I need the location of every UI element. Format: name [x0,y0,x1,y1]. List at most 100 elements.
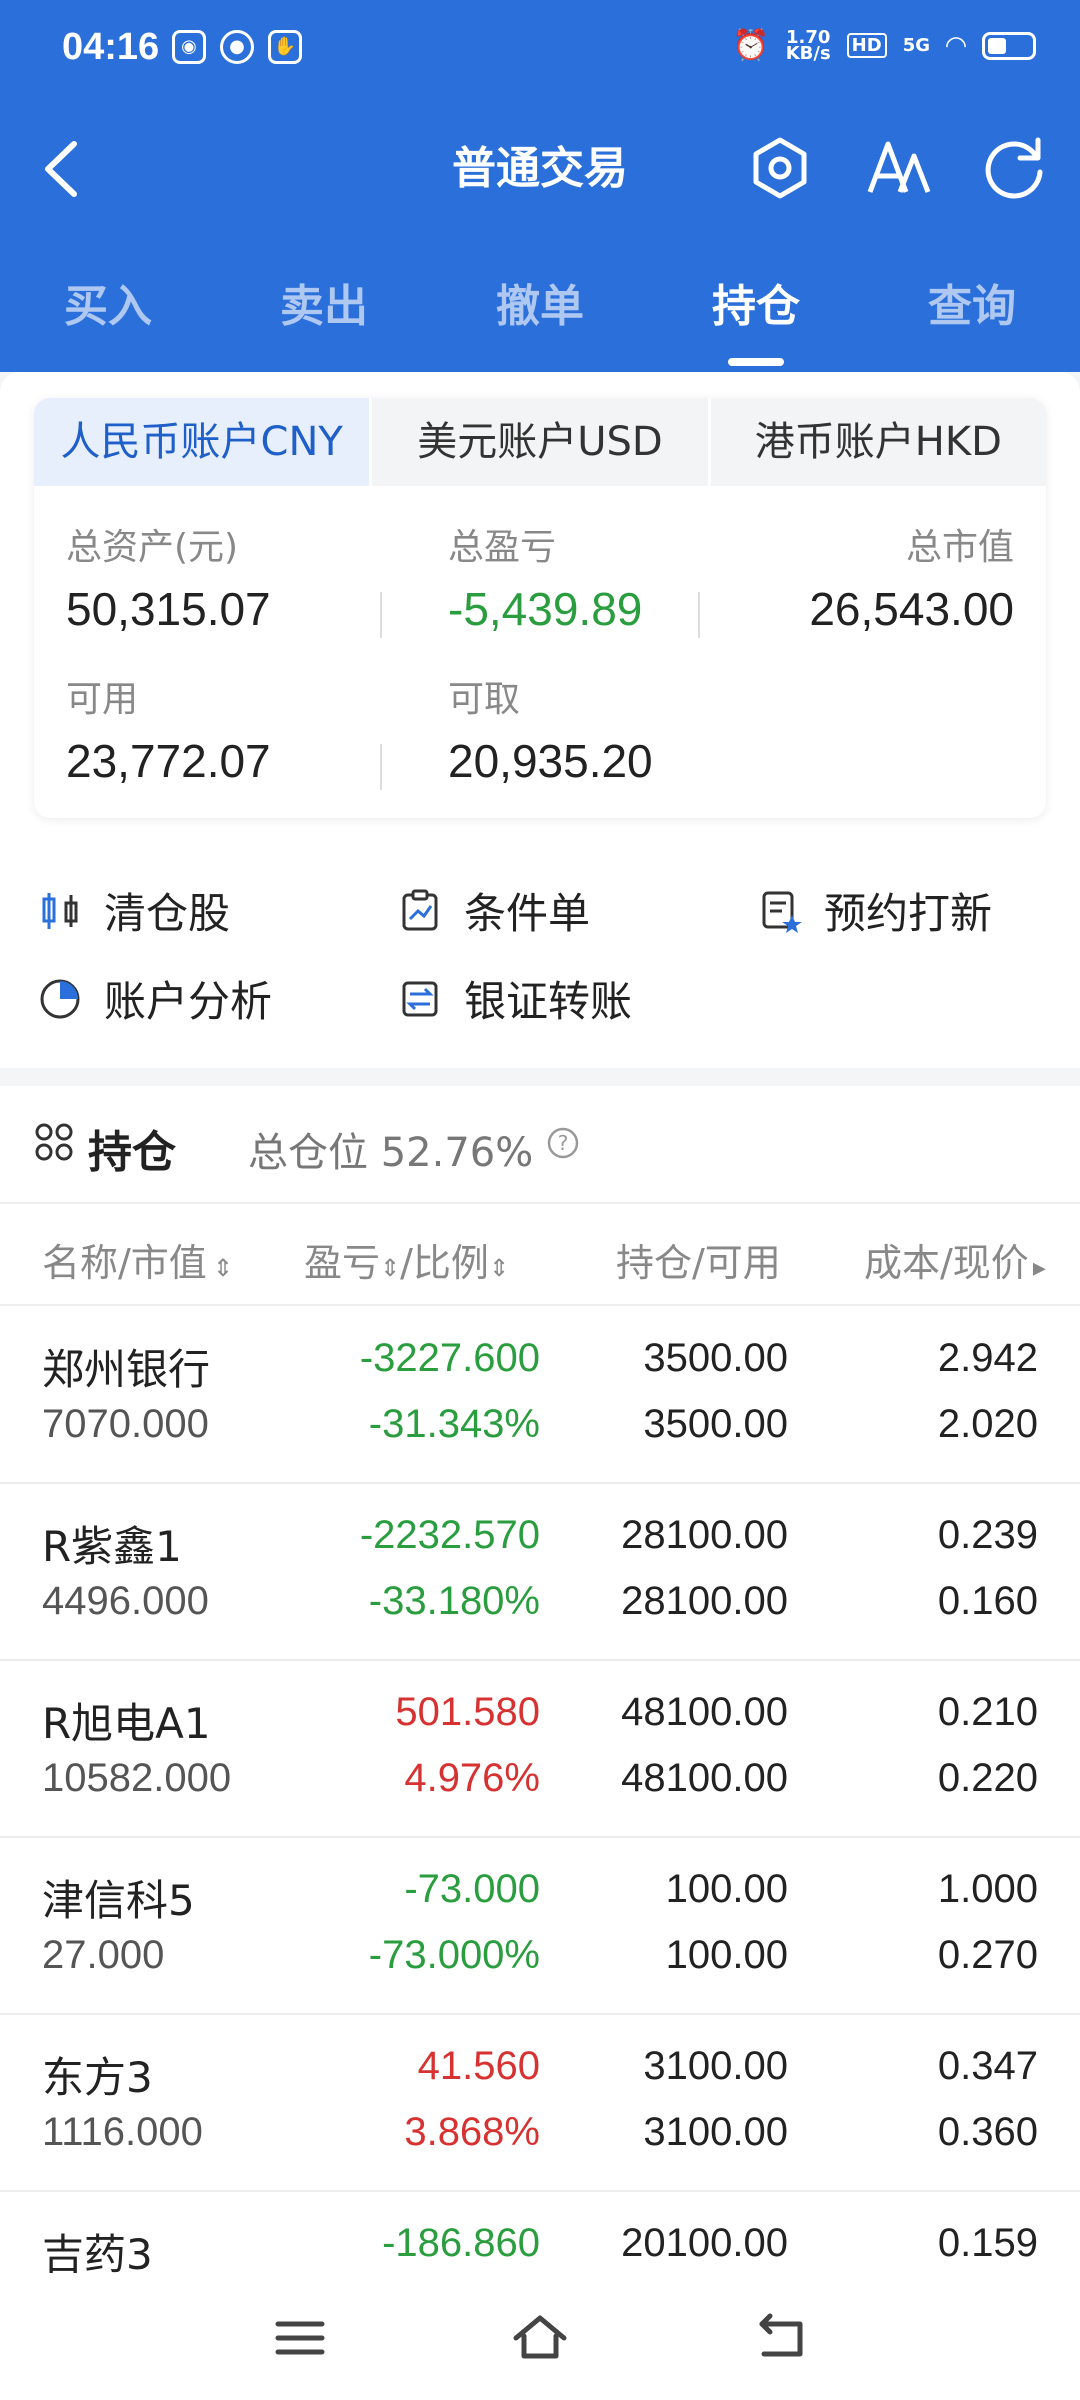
net-speed: 1.70 KB/s [785,28,831,64]
stock-price: 2.020 [937,1402,1038,1446]
app-header: 04:16 ◉ ● ✋ ⏰ 1.70 KB/s HD 5G ◠ 普通交易 买入 … [0,0,1080,372]
tab-query[interactable]: 查询 [864,242,1080,372]
grid-icon [35,1123,73,1161]
hand-icon: ✋ [268,30,302,64]
stock-pl-ratio: 3.868% [404,2110,540,2154]
shortcut-conditional-order[interactable]: 条件单 [398,880,590,941]
clipboard-chart-icon [402,889,438,930]
stock-pl-ratio: -31.343% [368,1402,540,1446]
available-value: 23,772.07 [66,735,271,787]
divider [380,744,382,790]
table-row[interactable]: 东方3 1116.000 41.560 3.868% 3100.00 3100.… [0,2014,1080,2192]
tab-positions[interactable]: 持仓 [648,242,864,372]
stock-market-value: 10582.000 [42,1756,232,1800]
currency-tabs: 人民币账户CNY 美元账户USD 港币账户HKD [34,398,1046,486]
stock-cost: 0.159 [937,2221,1038,2265]
tab-hkd[interactable]: 港币账户HKD [707,398,1046,486]
help-icon[interactable]: ? [546,1126,580,1160]
message-icon: ● [220,30,254,64]
pie-chart-icon [40,979,80,1018]
tab-usd[interactable]: 美元账户USD [369,398,708,486]
col-pl[interactable]: 盈亏⇕/比例⇕ [304,1232,509,1287]
back-icon[interactable] [752,2308,812,2368]
system-nav-bar [0,2278,1080,2400]
table-row[interactable]: 郑州银行 7070.000 -3227.600 -31.343% 3500.00… [0,1306,1080,1484]
divider [698,592,700,638]
stock-pl: 501.580 [395,1690,540,1734]
table-row[interactable]: 津信科5 27.000 -73.000 -73.000% 100.00 100.… [0,1837,1080,2015]
stock-pl-ratio: -33.180% [368,1579,540,1623]
home-icon[interactable] [510,2308,570,2368]
stock-pl-ratio: -73.000% [368,1933,540,1977]
status-right: ⏰ 1.70 KB/s HD 5G ◠ [732,28,1036,63]
shortcut-clear-stocks[interactable]: 清仓股 [38,880,230,941]
col-label: 成本/现价 [864,1241,1029,1285]
holdings-title: 持仓 [88,1127,176,1178]
settings-icon[interactable] [740,128,820,208]
table-row[interactable]: R旭电A1 10582.000 501.580 4.976% 48100.00 … [0,1660,1080,1838]
alarm-icon: ⏰ [732,28,770,63]
holdings-header: 持仓 总仓位 52.76% ? [0,1086,1080,1204]
transfer-icon [402,981,438,1016]
col-name-value[interactable]: 名称/市值 ⇕ [42,1232,233,1287]
tab-cny[interactable]: 人民币账户CNY [34,398,370,486]
total-assets-label: 总资产(元) [66,527,239,568]
status-time: 04:16 [62,26,160,68]
table-row[interactable]: R紫鑫1 4496.000 -2232.570 -33.180% 28100.0… [0,1483,1080,1661]
stock-market-value: 4496.000 [42,1579,209,1623]
tab-sell[interactable]: 卖出 [216,242,432,372]
stock-available: 3500.00 [643,1402,788,1446]
stock-available: 3100.00 [643,2110,788,2154]
shortcut-ipo-reservation[interactable]: 预约打新 [758,880,992,941]
col-label: /比例 [400,1241,489,1285]
stock-cost: 2.942 [937,1336,1038,1380]
market-value-label: 总市值 [905,527,1014,568]
total-pl: 总盈亏 -5,439.89 [448,518,642,636]
stock-price: 0.270 [937,1933,1038,1977]
tab-cancel[interactable]: 撤单 [432,242,648,372]
stock-cost: 0.239 [937,1513,1038,1557]
stock-available: 100.00 [665,1933,788,1977]
stock-hold: 3100.00 [643,2044,788,2088]
shortcut-bank-transfer[interactable]: 银证转账 [398,968,632,1029]
stock-price: 0.160 [937,1579,1038,1623]
stock-pl: -73.000 [404,1867,540,1911]
font-size-icon[interactable] [860,128,940,208]
stock-price: 0.360 [937,2110,1038,2154]
shortcut-label: 条件单 [464,889,591,938]
stock-hold: 28100.00 [621,1513,788,1557]
withdrawable-value: 20,935.20 [448,735,653,787]
col-label: 名称/市值 [42,1241,207,1285]
market-value: 总市值 26,543.00 [809,518,1014,636]
stock-available: 28100.00 [621,1579,788,1623]
net-speed-unit: KB/s [785,42,831,64]
menu-icon[interactable] [270,2308,330,2368]
shortcut-label: 清仓股 [104,889,231,938]
stock-pl: -3227.600 [359,1336,540,1380]
stock-price: 0.220 [937,1756,1038,1800]
nav-bar: 普通交易 [0,110,1080,240]
col-cost-price[interactable]: 成本/现价 ▸ [864,1232,1046,1287]
col-label: 盈亏 [304,1241,381,1285]
section-gap [0,1068,1080,1086]
stock-hold: 3500.00 [643,1336,788,1380]
stock-name: 津信科5 [42,1876,195,1925]
divider [380,592,382,638]
refresh-icon[interactable] [974,128,1054,208]
stock-name: 吉药3 [42,2230,153,2279]
sort-icon: ⇕ [380,1254,401,1282]
stock-pl: -186.860 [382,2221,540,2265]
stock-name: 东方3 [42,2053,153,2102]
shortcut-label: 预约打新 [824,889,993,938]
stock-pl: 41.560 [417,2044,540,2088]
wifi-icon: ◠ [946,30,966,61]
stock-hold: 48100.00 [621,1690,788,1734]
col-hold-available: 持仓/可用 [616,1241,781,1285]
withdrawable-funds: 可取 20,935.20 [448,670,653,788]
stock-pl-ratio: 4.976% [404,1756,540,1800]
battery-icon [982,31,1036,60]
shortcut-account-analysis[interactable]: 账户分析 [38,968,272,1029]
tab-buy[interactable]: 买入 [0,242,216,372]
svg-text:?: ? [558,1131,569,1155]
available-label: 可用 [66,679,139,720]
